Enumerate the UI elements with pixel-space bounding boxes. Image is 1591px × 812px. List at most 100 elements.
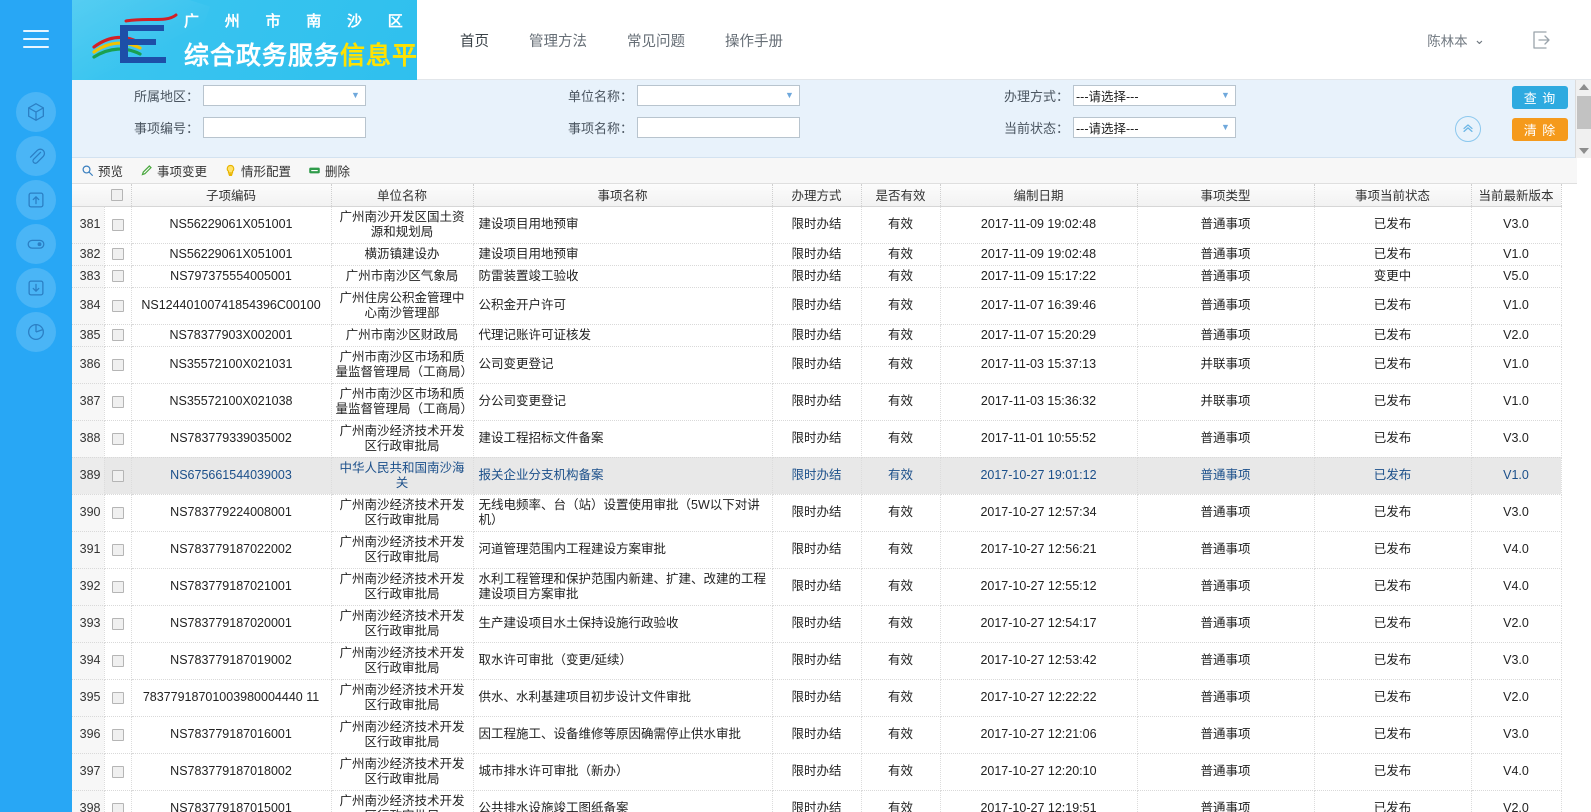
row-checkbox-cell[interactable] bbox=[104, 568, 132, 606]
row-checkbox[interactable] bbox=[111, 506, 124, 519]
sidebar-item-toggle[interactable] bbox=[16, 224, 56, 264]
logout-button[interactable] bbox=[1529, 28, 1553, 52]
table-row[interactable]: 385 NS78377903X002001 广州市南沙区财政局 代理记账许可证核发 限时… bbox=[72, 324, 1562, 347]
row-checkbox[interactable] bbox=[111, 469, 124, 482]
row-checkbox[interactable] bbox=[111, 432, 124, 445]
table-row[interactable]: 388 NS783779339035002 广州南沙经济技术开发区行政审批局 建设工程… bbox=[72, 420, 1562, 458]
table-row[interactable]: 393 NS783779187020001 广州南沙经济技术开发区行政审批局 生产建设… bbox=[72, 605, 1562, 643]
user-menu[interactable]: 陈林本 ⌄ bbox=[1427, 0, 1485, 80]
cell-latest-version: V3.0 bbox=[1471, 642, 1562, 680]
table-row[interactable]: 394 NS783779187019002 广州南沙经济技术开发区行政审批局 取水许可… bbox=[72, 642, 1562, 680]
preview-button[interactable]: 预览 bbox=[80, 161, 123, 180]
table-row[interactable]: 390 NS783779224008001 广州南沙经济技术开发区行政审批局 无线电频… bbox=[72, 494, 1562, 532]
header-current-state[interactable]: 事项当前状态 bbox=[1314, 184, 1472, 207]
row-checkbox-cell[interactable] bbox=[104, 716, 132, 754]
row-checkbox[interactable] bbox=[111, 218, 124, 231]
row-checkbox-cell[interactable] bbox=[104, 494, 132, 532]
sidebar-item-download[interactable] bbox=[16, 268, 56, 308]
filter-scrollbar[interactable] bbox=[1575, 80, 1591, 158]
region-select[interactable]: ▼ bbox=[203, 85, 367, 106]
row-checkbox[interactable] bbox=[111, 654, 124, 667]
clear-button[interactable]: 清 除 bbox=[1512, 118, 1568, 141]
row-checkbox-cell[interactable] bbox=[104, 265, 132, 288]
row-checkbox-cell[interactable] bbox=[104, 605, 132, 643]
scrollbar-thumb[interactable] bbox=[1577, 96, 1591, 129]
nav-management-method[interactable]: 管理方法 bbox=[509, 30, 607, 51]
row-checkbox[interactable] bbox=[111, 395, 124, 408]
row-checkbox-cell[interactable] bbox=[104, 287, 132, 325]
row-checkbox-cell[interactable] bbox=[104, 753, 132, 791]
table-row[interactable]: 384 NS12440100741854396C00100 广州住房公积金管理中心南… bbox=[72, 287, 1562, 325]
header-handle-way[interactable]: 办理方式 bbox=[772, 184, 862, 207]
table-row[interactable]: 381 NS56229061X051001 广州南沙开发区国土资源和规划局 建设项目用… bbox=[72, 206, 1562, 244]
row-checkbox[interactable] bbox=[111, 248, 124, 261]
page-scrollbar[interactable] bbox=[1577, 158, 1591, 812]
row-checkbox-cell[interactable] bbox=[104, 457, 132, 495]
cell-latest-version: V1.0 bbox=[1471, 346, 1562, 384]
item-change-button[interactable]: 事项变更 bbox=[139, 161, 207, 180]
select-all-checkbox[interactable] bbox=[111, 189, 124, 202]
sidebar-item-attachment[interactable] bbox=[16, 136, 56, 176]
sidebar-item-statistics[interactable] bbox=[16, 312, 56, 352]
scroll-up-arrow-icon[interactable] bbox=[1579, 84, 1589, 90]
hamburger-icon[interactable] bbox=[23, 30, 49, 50]
row-checkbox-cell[interactable] bbox=[104, 383, 132, 421]
row-checkbox[interactable] bbox=[111, 802, 124, 812]
header-select-all[interactable] bbox=[104, 184, 132, 207]
item-name-input[interactable] bbox=[637, 117, 801, 138]
header-sub-code[interactable]: 子项编码 bbox=[131, 184, 332, 207]
row-checkbox[interactable] bbox=[111, 765, 124, 778]
table-row[interactable]: 383 NS797375554005001 广州市南沙区气象局 防雷装置竣工验收 限时办… bbox=[72, 265, 1562, 288]
cell-latest-version: V3.0 bbox=[1471, 206, 1562, 244]
table-row[interactable]: 382 NS56229061X051001 横沥镇建设办 建设项目用地预审 限时办结 有效… bbox=[72, 243, 1562, 266]
way-select[interactable]: ---请选择--- ▼ bbox=[1073, 85, 1237, 106]
header-item-name[interactable]: 事项名称 bbox=[473, 184, 773, 207]
nav-home[interactable]: 首页 bbox=[440, 30, 509, 51]
row-checkbox[interactable] bbox=[111, 543, 124, 556]
nav-manual[interactable]: 操作手册 bbox=[705, 30, 803, 51]
row-checkbox[interactable] bbox=[111, 299, 124, 312]
header-compile-date[interactable]: 编制日期 bbox=[940, 184, 1138, 207]
table-row[interactable]: 397 NS783779187018002 广州南沙经济技术开发区行政审批局 城市排水… bbox=[72, 753, 1562, 791]
row-checkbox[interactable] bbox=[111, 270, 124, 283]
row-checkbox[interactable] bbox=[111, 691, 124, 704]
situation-config-button[interactable]: 情形配置 bbox=[223, 161, 291, 180]
query-button[interactable]: 查 询 bbox=[1512, 86, 1568, 109]
row-checkbox-cell[interactable] bbox=[104, 243, 132, 266]
item-code-input[interactable] bbox=[203, 117, 367, 138]
row-checkbox-cell[interactable] bbox=[104, 324, 132, 347]
collapse-filter-button[interactable] bbox=[1455, 116, 1481, 142]
header-is-valid[interactable]: 是否有效 bbox=[861, 184, 941, 207]
row-checkbox-cell[interactable] bbox=[104, 206, 132, 244]
table-row[interactable]: 389 NS675661544039003 中华人民共和国南沙海关 报关企业分支机构备… bbox=[72, 457, 1562, 495]
row-checkbox[interactable] bbox=[111, 617, 124, 630]
sidebar-item-upload[interactable] bbox=[16, 180, 56, 220]
scroll-down-arrow-icon[interactable] bbox=[1579, 148, 1589, 154]
row-checkbox[interactable] bbox=[111, 728, 124, 741]
table-row[interactable]: 392 NS783779187021001 广州南沙经济技术开发区行政审批局 水利工程… bbox=[72, 568, 1562, 606]
row-checkbox[interactable] bbox=[111, 358, 124, 371]
delete-button[interactable]: 删除 bbox=[307, 161, 350, 180]
row-checkbox[interactable] bbox=[111, 580, 124, 593]
row-index: 397 bbox=[72, 753, 105, 791]
table-row[interactable]: 396 NS783779187016001 广州南沙经济技术开发区行政审批局 因工程施… bbox=[72, 716, 1562, 754]
row-checkbox-cell[interactable] bbox=[104, 679, 132, 717]
header-latest-version[interactable]: 当前最新版本 bbox=[1471, 184, 1562, 207]
table-row[interactable]: 386 NS35572100X021031 广州市南沙区市场和质量监督管理局（工商局… bbox=[72, 346, 1562, 384]
row-checkbox[interactable] bbox=[111, 329, 124, 342]
table-row[interactable]: 387 NS35572100X021038 广州市南沙区市场和质量监督管理局（工商局… bbox=[72, 383, 1562, 421]
state-select[interactable]: ---请选择--- ▼ bbox=[1073, 117, 1237, 138]
row-checkbox-cell[interactable] bbox=[104, 346, 132, 384]
unit-select[interactable]: ▼ bbox=[637, 85, 801, 106]
row-checkbox-cell[interactable] bbox=[104, 790, 132, 812]
table-row[interactable]: 398 NS783779187015001广州南沙经济技术开发区行政审批局公共排水… bbox=[72, 790, 1562, 812]
row-checkbox-cell[interactable] bbox=[104, 420, 132, 458]
table-row[interactable]: 395 78377918701003980004440 11 广州南沙经济技术开发区… bbox=[72, 679, 1562, 717]
row-checkbox-cell[interactable] bbox=[104, 531, 132, 569]
table-row[interactable]: 391 NS783779187022002 广州南沙经济技术开发区行政审批局 河道管理… bbox=[72, 531, 1562, 569]
header-unit-name[interactable]: 单位名称 bbox=[331, 184, 474, 207]
nav-faq[interactable]: 常见问题 bbox=[607, 30, 705, 51]
sidebar-item-cube[interactable] bbox=[16, 92, 56, 132]
header-item-type[interactable]: 事项类型 bbox=[1137, 184, 1315, 207]
row-checkbox-cell[interactable] bbox=[104, 642, 132, 680]
